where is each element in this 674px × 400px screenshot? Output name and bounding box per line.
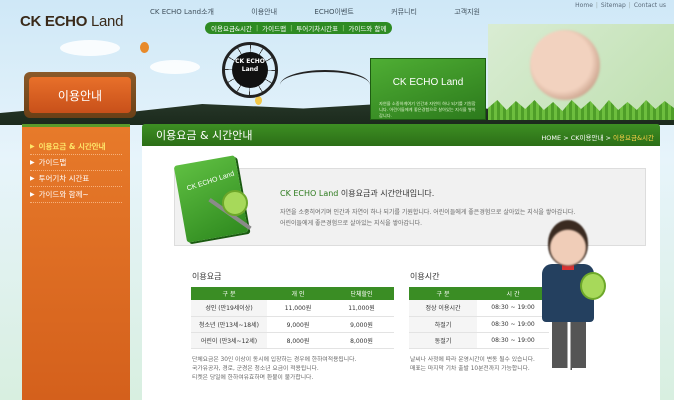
sidebar-item-guidemap[interactable]: ▶ 가이드맵 <box>30 155 122 171</box>
alarm-clock-icon <box>222 190 248 216</box>
bullet-icon: ▶ <box>30 191 35 198</box>
page-title-bar: 이용요금 & 시간안내 HOME > CK이용안내 > 이용요금&시간 <box>142 124 660 146</box>
fees-header: 단체할인 <box>329 287 394 300</box>
fees-header: 개 인 <box>267 287 329 300</box>
hours-category: 정상 이용시간 <box>409 300 477 317</box>
fee-individual: 11,000원 <box>267 300 329 317</box>
kid-shoes <box>550 368 590 378</box>
kid-face-photo <box>530 30 600 100</box>
intro-title: CK ECHO Land 이용요금과 시간안내입니다. <box>280 188 434 199</box>
nav-community[interactable]: 커뮤니티 <box>391 7 417 21</box>
cloud <box>150 60 200 74</box>
alarm-clock-icon <box>580 272 606 300</box>
sidebar-item-label: 가이드맵 <box>38 158 67 167</box>
fees-title: 이용요금 <box>192 272 222 281</box>
breadcrumb: HOME > CK이용안내 > 이용요금&시간 <box>541 134 654 142</box>
sub-navigation: 이용요금&시간 | 가이드맵 | 투어기차시간표 | 가이드와 함께 <box>205 22 393 34</box>
table-row: 성인 (만19세이상) 11,000원 11,000원 <box>191 300 394 317</box>
promo-banner: CK ECHO Land 자연을 소중하게여기 인간과 자연이 하나 되기를 기… <box>370 58 486 120</box>
sidebar-item-train[interactable]: ▶ 투어기차 시간표 <box>30 171 122 187</box>
banner-title: CK ECHO Land <box>392 77 464 88</box>
home-link[interactable]: Home <box>575 2 593 9</box>
fee-category: 어린이 (만3세~12세) <box>191 332 267 349</box>
subnav-guide-with[interactable]: 가이드와 함께 <box>348 23 386 33</box>
bullet-icon: ▶ <box>30 159 35 166</box>
breadcrumb-guide[interactable]: CK이용안내 <box>571 134 604 142</box>
subnav-guidemap[interactable]: 가이드맵 <box>262 23 286 33</box>
intro-title-brand: CK ECHO Land <box>280 189 341 198</box>
section-sign-label: 이용안내 <box>29 77 131 113</box>
subnav-fees[interactable]: 이용요금&시간 <box>211 23 252 33</box>
fees-table: 구 분 개 인 단체할인 성인 (만19세이상) 11,000원 11,000원 청… <box>191 287 394 349</box>
logo-text: CK ECHO <box>20 13 88 30</box>
note-line: 티켓은 당일에 한하여유효하며 환불이 불가합니다. <box>192 375 314 381</box>
hours-title: 이용시간 <box>410 272 440 281</box>
banner-description: 자연을 소중하게여기 인간과 자연이 하나 되기를 기원합니다. 어린이들에게 … <box>379 101 476 118</box>
nav-guide[interactable]: 이용안내 <box>251 7 277 21</box>
roller-coaster-icon <box>280 70 370 100</box>
nav-about[interactable]: CK ECHO Land소개 <box>150 7 214 21</box>
fee-category: 성인 (만19세이상) <box>191 300 267 317</box>
fee-group: 9,000원 <box>329 316 394 333</box>
main-navigation: CK ECHO Land소개 이용안내 ECHO이벤트 커뮤니티 고객지원 <box>150 7 480 21</box>
bullet-icon: ▶ <box>30 143 35 150</box>
nav-support[interactable]: 고객지원 <box>454 7 480 21</box>
cloud <box>60 40 120 56</box>
fee-group: 11,000원 <box>329 300 394 317</box>
breadcrumb-home[interactable]: HOME <box>541 134 561 142</box>
logo-land-text: Land <box>87 13 124 30</box>
subnav-train[interactable]: 투어기차시간표 <box>296 23 338 33</box>
kid-legs <box>552 320 586 370</box>
table-row: 청소년 (만13세~18세) 9,000원 9,000원 <box>191 316 394 333</box>
intro-line: 자연을 소중히여기며 인간과 자연이 하나 되기를 기원합니다. 어린이들에게 … <box>280 209 576 216</box>
ferris-wheel-hub: CK ECHO Land <box>232 52 268 88</box>
fees-notes: 단체요금은 30인 이상이 동시에 입장하는 경우에 한하여적용됩니다. 국가유… <box>192 356 402 383</box>
nav-event[interactable]: ECHO이벤트 <box>314 7 353 21</box>
hours-category: 동절기 <box>409 332 477 349</box>
page-title: 이용요금 & 시간안내 <box>156 129 253 142</box>
fee-individual: 9,000원 <box>267 316 329 333</box>
sidebar-item-guide-with[interactable]: ▶ 가이드와 함께~ <box>30 187 122 203</box>
kid-head <box>548 220 588 266</box>
fee-category: 청소년 (만13세~18세) <box>191 316 267 333</box>
note-line: 단체요금은 30인 이상이 동시에 입장하는 경우에 한하여적용됩니다. <box>192 357 357 363</box>
sitemap-link[interactable]: Sitemap <box>601 2 626 9</box>
sidebar-item-label: 이용요금 & 시간안내 <box>38 142 106 151</box>
intro-title-text: 이용요금과 시간안내입니다. <box>340 189 435 198</box>
hours-header: 구 분 <box>409 287 477 300</box>
section-sign: 이용안내 <box>24 72 136 118</box>
hours-category: 하절기 <box>409 316 477 333</box>
bullet-icon: ▶ <box>30 175 35 182</box>
kid-character <box>528 220 608 390</box>
fee-individual: 8,000원 <box>267 332 329 349</box>
site-logo[interactable]: CK ECHO Land <box>20 13 123 30</box>
table-row: 어린이 (만3세~12세) 8,000원 8,000원 <box>191 332 394 349</box>
fee-group: 8,000원 <box>329 332 394 349</box>
note-line: 국가유공자, 경로, 군경은 청소년 요금이 적용됩니다. <box>192 366 319 372</box>
breadcrumb-current: 이용요금&시간 <box>613 134 654 142</box>
sidebar-item-label: 가이드와 함께~ <box>38 190 89 199</box>
sidebar-menu: ▶ 이용요금 & 시간안내 ▶ 가이드맵 ▶ 투어기차 시간표 ▶ 가이드와 함께~ <box>22 124 130 400</box>
contact-link[interactable]: Contact us <box>634 2 666 9</box>
balloon-icon <box>140 42 149 53</box>
sidebar-item-fees[interactable]: ▶ 이용요금 & 시간안내 <box>30 139 122 155</box>
balloon-icon <box>255 96 262 105</box>
sidebar-item-label: 투어기차 시간표 <box>38 174 90 183</box>
fees-header: 구 분 <box>191 287 267 300</box>
utility-links: Home | Sitemap | Contact us <box>575 2 666 9</box>
